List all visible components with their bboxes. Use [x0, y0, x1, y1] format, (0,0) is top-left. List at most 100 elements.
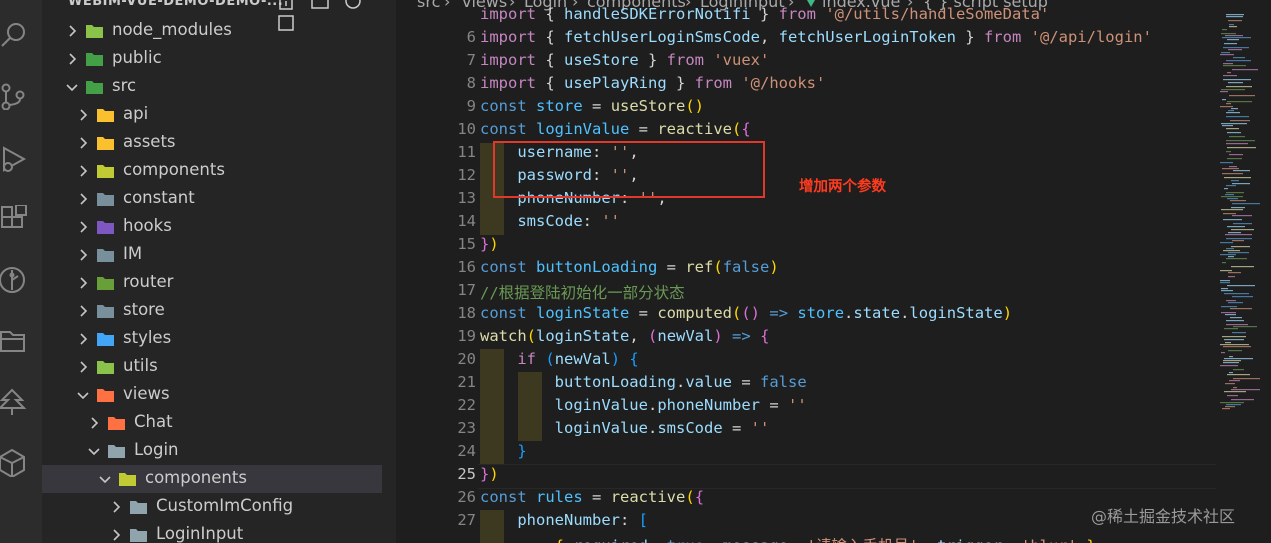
code-token: '@/api/login' — [1030, 28, 1152, 46]
code-token: loginValue — [536, 120, 630, 138]
tree-item[interactable]: store — [42, 297, 382, 325]
code-line[interactable]: 25}) — [396, 465, 1216, 488]
code-token: 'vuex' — [713, 51, 770, 69]
line-number: 26 — [457, 488, 476, 506]
chevron-right-icon[interactable] — [66, 53, 78, 65]
code-token: : — [619, 511, 639, 529]
new-folder-icon[interactable] — [310, 0, 329, 10]
tree-item[interactable]: constant — [42, 185, 382, 213]
workspace-title[interactable]: WEBIM-VUE-DEMO-DEMO-... — [68, 0, 283, 9]
chevron-right-icon[interactable] — [77, 221, 89, 233]
code-line[interactable]: 16 const buttonLoading = ref(false) — [396, 258, 1216, 281]
search-icon[interactable] — [0, 20, 28, 48]
tree-item[interactable]: assets — [42, 129, 382, 157]
chevron-right-icon[interactable] — [77, 109, 89, 121]
code-line[interactable]: 8 import { usePlayRing } from '@/hooks' — [396, 74, 1216, 97]
code-token: ( — [526, 327, 537, 345]
tree-item-label: utils — [123, 356, 158, 375]
code-text: smsCode: '' — [480, 212, 620, 230]
code-line[interactable]: import { handleSDKErrorNotifi } from '@/… — [396, 5, 1216, 28]
code-editor[interactable]: src › views › Login › components › Login… — [396, 0, 1271, 543]
chevron-right-icon[interactable] — [77, 361, 89, 373]
code-line[interactable]: 6 import { fetchUserLoginSmsCode, fetchUs… — [396, 28, 1216, 51]
run-debug-icon[interactable] — [0, 145, 28, 173]
minimap-line — [1226, 112, 1240, 114]
tree-item[interactable]: Chat — [42, 409, 382, 437]
minimap[interactable] — [1216, 0, 1271, 543]
code-line[interactable]: 7 import { useStore } from 'vuex' — [396, 51, 1216, 74]
chevron-right-icon[interactable] — [77, 277, 89, 289]
tree-item[interactable]: styles — [42, 325, 382, 353]
code-line[interactable]: 14 smsCode: '' — [396, 212, 1216, 235]
tree-item[interactable]: router — [42, 269, 382, 297]
chevron-right-icon[interactable] — [66, 25, 78, 37]
extensions-icon[interactable] — [0, 204, 28, 233]
code-line[interactable]: 23 loginValue.smsCode = '' — [396, 419, 1216, 442]
chevron-right-icon[interactable] — [110, 529, 122, 541]
code-line[interactable]: 21 buttonLoading.value = false — [396, 373, 1216, 396]
source-control-icon[interactable] — [0, 82, 28, 111]
chevron-down-icon[interactable] — [66, 81, 78, 93]
code-line[interactable]: 10 const loginValue = reactive({ — [396, 120, 1216, 143]
tree-item[interactable]: components — [42, 157, 382, 185]
chevron-down-icon[interactable] — [77, 389, 89, 401]
code-line[interactable]: 18 const loginState = computed(() => stor… — [396, 304, 1216, 327]
minimap-line — [1221, 352, 1225, 354]
tree-item[interactable]: src — [42, 73, 382, 101]
chevron-right-icon[interactable] — [77, 333, 89, 345]
tree-item[interactable]: CustomImConfig — [42, 493, 382, 521]
tree-item[interactable]: Login — [42, 437, 382, 465]
folder-icon[interactable] — [0, 327, 28, 355]
chevron-right-icon[interactable] — [77, 249, 89, 261]
chevron-right-icon[interactable] — [77, 165, 89, 177]
chevron-down-icon[interactable] — [88, 445, 100, 457]
code-text: const buttonLoading = ref(false) — [480, 258, 779, 276]
code-line[interactable]: 15}) — [396, 235, 1216, 258]
code-token: reactive — [657, 120, 732, 138]
chevron-right-icon[interactable] — [77, 305, 89, 317]
minimap-line — [1233, 223, 1252, 225]
code-line[interactable]: 17//根据登陆初始化一部分状态 — [396, 281, 1216, 304]
box-icon[interactable] — [0, 448, 28, 479]
refresh-icon[interactable] — [344, 0, 362, 10]
tree-item[interactable]: LoginInput — [42, 521, 382, 543]
tree-item[interactable]: node_modules — [42, 17, 382, 45]
line-number: 13 — [457, 189, 476, 207]
tree-item-label: assets — [123, 132, 176, 151]
annotation-text: 增加两个参数 — [799, 179, 886, 195]
tree-item[interactable]: public — [42, 45, 382, 73]
code-line[interactable]: 9 const store = useStore() — [396, 97, 1216, 120]
tree-item[interactable]: hooks — [42, 213, 382, 241]
chevron-right-icon[interactable] — [88, 417, 100, 429]
git-graph-icon[interactable] — [0, 266, 28, 294]
chevron-right-icon[interactable] — [77, 193, 89, 205]
code-text: const store = useStore() — [480, 97, 704, 115]
new-file-icon[interactable] — [277, 0, 295, 10]
tree-item[interactable]: api — [42, 101, 382, 129]
code-token: , — [629, 327, 649, 345]
code-line[interactable]: 24 } — [396, 442, 1216, 465]
chevron-right-icon[interactable] — [110, 501, 122, 513]
code-token: () — [741, 304, 761, 322]
code-line[interactable]: 19 watch(loginState, (newVal) => { — [396, 327, 1216, 350]
minimap-line — [1224, 391, 1246, 393]
code-token: required — [573, 537, 648, 543]
code-text: } — [480, 442, 526, 460]
code-line[interactable]: 22 loginValue.phoneNumber = '' — [396, 396, 1216, 419]
code-text: import { useStore } from 'vuex' — [480, 51, 769, 69]
code-line[interactable]: 20 if (newVal) { — [396, 350, 1216, 373]
minimap-line — [1229, 26, 1237, 28]
tree-icon[interactable] — [0, 388, 28, 416]
tree-item[interactable]: utils — [42, 353, 382, 381]
chevron-right-icon[interactable] — [77, 137, 89, 149]
tree-item[interactable]: components — [42, 465, 382, 493]
code-token: smsCode — [517, 212, 583, 230]
tree-item[interactable]: IM — [42, 241, 382, 269]
chevron-down-icon[interactable] — [99, 473, 111, 485]
tree-item[interactable]: views — [42, 381, 382, 409]
code-line[interactable]: { required: true, message: '请输入手机号', tri… — [396, 534, 1216, 543]
